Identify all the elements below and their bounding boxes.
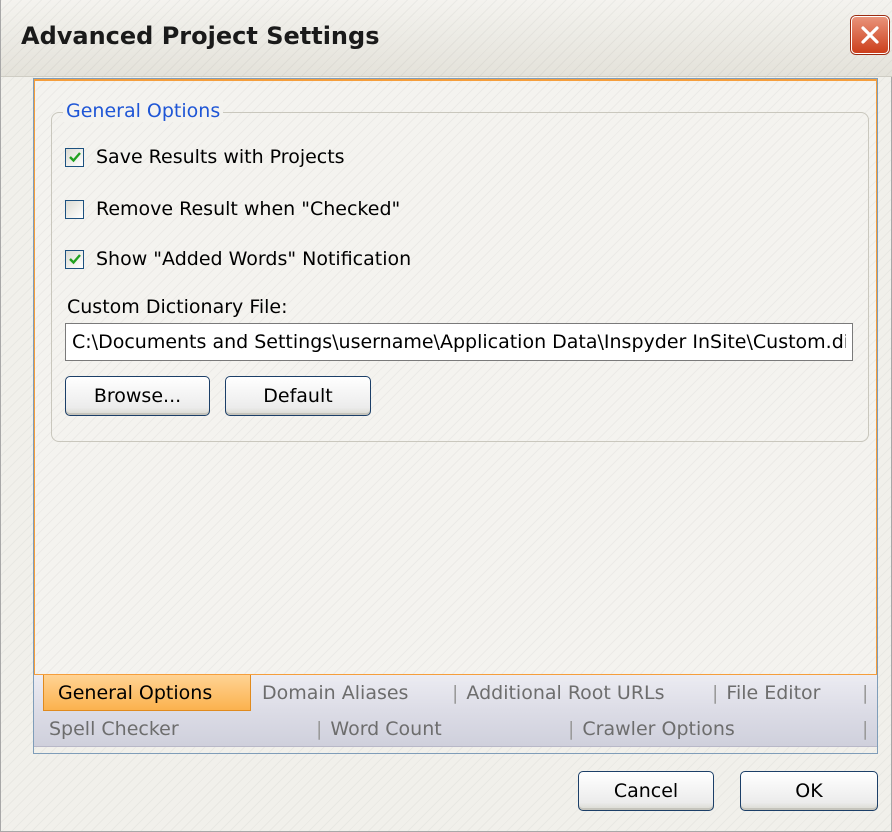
checkmark-icon [68,254,81,265]
tab-domain-aliases[interactable]: Domain Aliases [262,675,408,711]
tab-label: Word Count [330,718,442,740]
custom-dictionary-path-input[interactable] [65,323,853,361]
save-results-checkbox[interactable] [65,147,84,167]
close-button[interactable] [851,16,889,54]
tab-crawler-options[interactable]: | Crawler Options [568,711,735,747]
cancel-button[interactable]: Cancel [578,771,714,811]
dialog-window: Advanced Project Settings General Option… [0,0,892,832]
default-button[interactable]: Default [225,376,371,416]
tab-additional-root-urls[interactable]: | Additional Root URLs [452,675,665,711]
tab-general-options[interactable]: General Options [43,675,251,711]
tab-label: Spell Checker [49,718,179,740]
custom-dictionary-label: Custom Dictionary File: [67,296,288,318]
tab-label: Additional Root URLs [466,682,665,704]
title-bar[interactable]: Advanced Project Settings [1,0,892,77]
show-added-words-checkbox-row[interactable]: Show "Added Words" Notification [65,248,411,270]
browse-button[interactable]: Browse... [65,376,210,416]
show-added-words-checkbox[interactable] [65,249,84,269]
tab-separator-end: | [862,682,869,704]
tab-label: Crawler Options [582,718,735,740]
tab-separator: | [316,718,323,740]
tab-spell-checker[interactable]: Spell Checker [49,711,179,747]
checkmark-icon [68,152,81,163]
tab-word-count[interactable]: | Word Count [316,711,442,747]
tab-label: File Editor [726,682,821,704]
tab-separator-end: | [862,718,869,740]
tab-strip-row-1: General Options Domain Aliases | Additio… [34,675,877,711]
tab-label: General Options [58,681,213,704]
tab-file-editor[interactable]: | File Editor [712,675,820,711]
close-icon [861,26,879,44]
group-legend: General Options [63,100,224,122]
tab-strip-row-2: Spell Checker | Word Count | Crawler Opt… [34,711,877,747]
tab-separator: | [568,718,575,740]
remove-result-checkbox-row[interactable]: Remove Result when "Checked" [65,198,400,220]
remove-result-label: Remove Result when "Checked" [96,198,401,220]
ok-button[interactable]: OK [740,771,878,811]
window-title: Advanced Project Settings [21,22,380,50]
save-results-label: Save Results with Projects [96,146,345,168]
save-results-checkbox-row[interactable]: Save Results with Projects [65,146,345,168]
tab-label: Domain Aliases [262,682,409,704]
tab-separator: | [712,682,719,704]
remove-result-checkbox[interactable] [65,199,84,219]
show-added-words-label: Show "Added Words" Notification [96,248,412,270]
tab-separator: | [452,682,459,704]
